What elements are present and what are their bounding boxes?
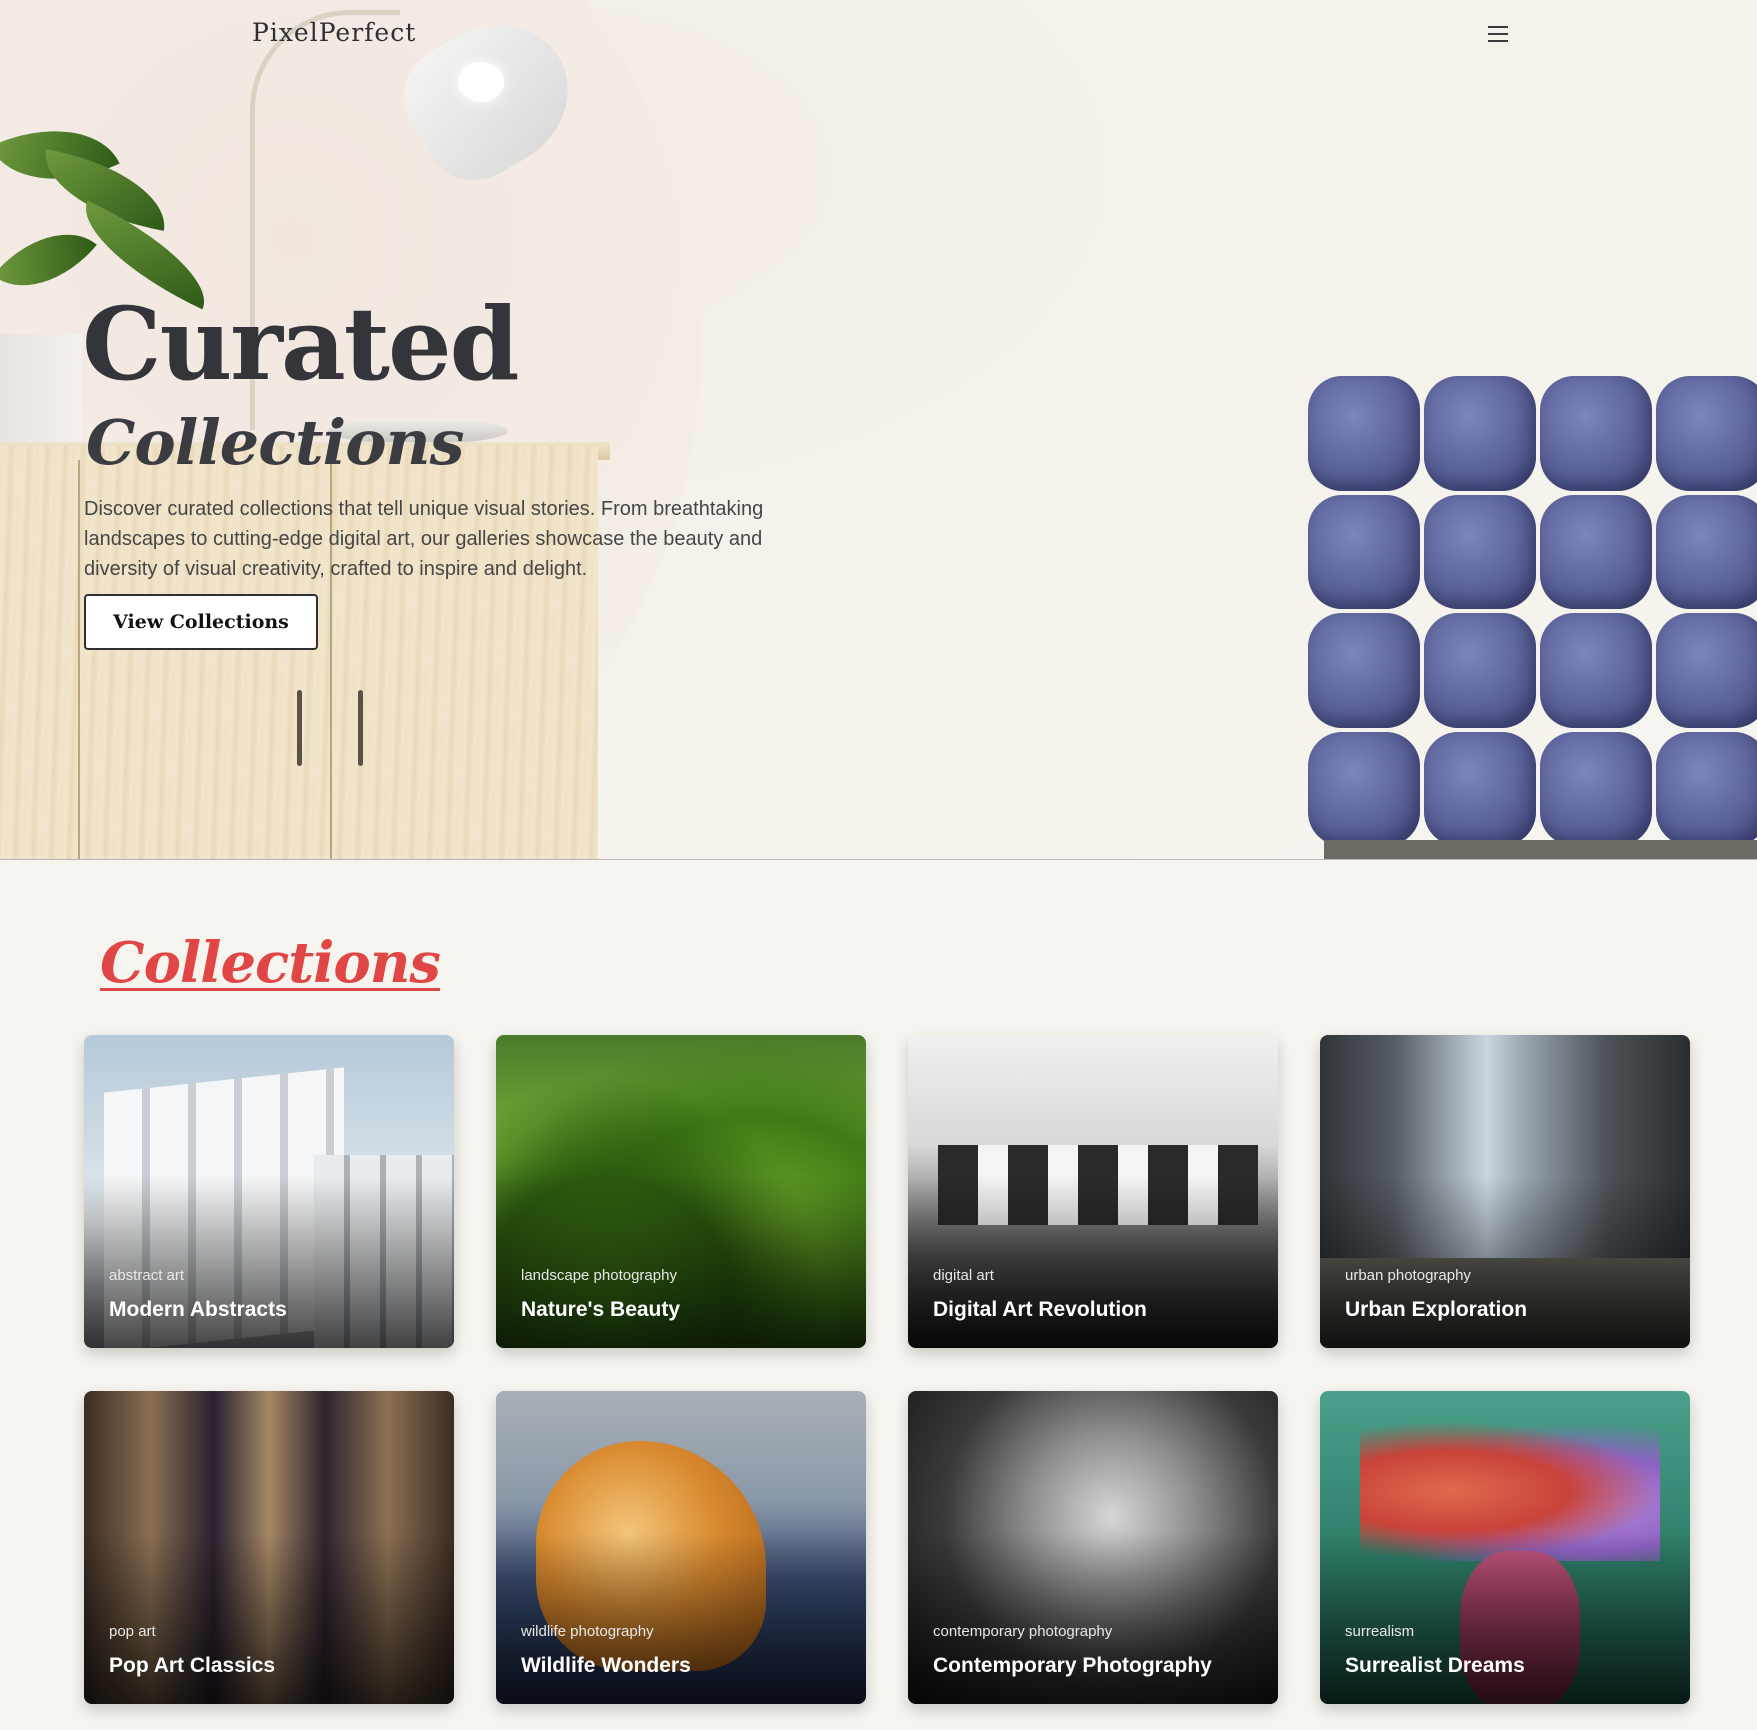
sofa-cushion xyxy=(1308,613,1420,728)
collection-card[interactable]: wildlife photography Wildlife Wonders xyxy=(496,1391,866,1704)
collection-category: landscape photography xyxy=(521,1267,677,1284)
collection-category: abstract art xyxy=(109,1267,185,1284)
sofa-cushion xyxy=(1424,731,1536,846)
collection-title: Urban Exploration xyxy=(1345,1298,1528,1321)
menu-line xyxy=(1488,26,1508,28)
collection-category: pop art xyxy=(109,1623,156,1640)
sofa-cushion xyxy=(1656,494,1757,609)
hero-subtitle: Collections xyxy=(86,406,465,479)
sofa-cushion xyxy=(1308,494,1420,609)
collection-title: Contemporary Photography xyxy=(933,1654,1212,1677)
collections-grid: abstract art Modern Abstracts landscape … xyxy=(84,1035,1691,1704)
sofa-cushion xyxy=(1308,731,1420,846)
card-overlay xyxy=(84,1531,454,1704)
menu-line xyxy=(1488,33,1508,35)
collection-title: Digital Art Revolution xyxy=(933,1298,1147,1321)
sofa-cushion xyxy=(1424,494,1536,609)
collection-card[interactable]: abstract art Modern Abstracts xyxy=(84,1035,454,1348)
hero-title: Curated xyxy=(82,285,520,403)
sofa-cushion xyxy=(1308,376,1420,491)
hero-section: PixelPerfect Curated Collections Discove… xyxy=(0,0,1757,860)
sofa-cushion xyxy=(1540,494,1652,609)
collection-card[interactable]: contemporary photography Contemporary Ph… xyxy=(908,1391,1278,1704)
cabinet-divider xyxy=(78,460,80,859)
collection-card[interactable]: surrealism Surrealist Dreams xyxy=(1320,1391,1690,1704)
collection-title: Nature's Beauty xyxy=(521,1298,681,1321)
sofa-cushion xyxy=(1424,613,1536,728)
sofa-cushion xyxy=(1540,376,1652,491)
collection-title: Modern Abstracts xyxy=(109,1298,287,1321)
collection-card[interactable]: urban photography Urban Exploration xyxy=(1320,1035,1690,1348)
view-collections-button[interactable]: View Collections xyxy=(84,594,318,650)
collection-category: urban photography xyxy=(1345,1267,1471,1284)
card-overlay xyxy=(908,1531,1278,1704)
card-overlay xyxy=(1320,1175,1690,1348)
collection-category: contemporary photography xyxy=(933,1623,1113,1640)
collection-title: Pop Art Classics xyxy=(109,1654,276,1677)
sofa-cushion xyxy=(1540,613,1652,728)
sofa-base xyxy=(1324,840,1757,859)
hero-description: Discover curated collections that tell u… xyxy=(84,498,764,580)
collection-category: digital art xyxy=(933,1267,994,1284)
plant-pot xyxy=(0,334,82,446)
collection-card[interactable]: digital art Digital Art Revolution xyxy=(908,1035,1278,1348)
collection-category: surrealism xyxy=(1345,1623,1415,1640)
card-overlay xyxy=(496,1175,866,1348)
collection-title: Wildlife Wonders xyxy=(521,1654,691,1677)
cabinet-handle xyxy=(358,690,363,766)
cabinet-handle xyxy=(297,690,302,766)
collection-card[interactable]: landscape photography Nature's Beauty xyxy=(496,1035,866,1348)
sofa-cushion xyxy=(1424,376,1536,491)
sofa xyxy=(1308,376,1757,846)
sofa-cushion xyxy=(1656,613,1757,728)
collection-title: Surrealist Dreams xyxy=(1345,1654,1525,1677)
card-overlay xyxy=(908,1175,1278,1348)
collection-category: wildlife photography xyxy=(521,1623,654,1640)
sofa-cushion xyxy=(1656,376,1757,491)
menu-line xyxy=(1488,40,1508,42)
site-logo[interactable]: PixelPerfect xyxy=(252,18,416,47)
card-overlay xyxy=(84,1175,454,1348)
collection-card[interactable]: pop art Pop Art Classics xyxy=(84,1391,454,1704)
lamp-bulb xyxy=(458,62,504,102)
sofa-cushion xyxy=(1540,731,1652,846)
card-overlay xyxy=(496,1531,866,1704)
collections-heading: Collections xyxy=(100,930,441,996)
sofa-cushion xyxy=(1656,731,1757,846)
hamburger-menu-icon[interactable] xyxy=(1488,20,1516,48)
card-overlay xyxy=(1320,1531,1690,1704)
